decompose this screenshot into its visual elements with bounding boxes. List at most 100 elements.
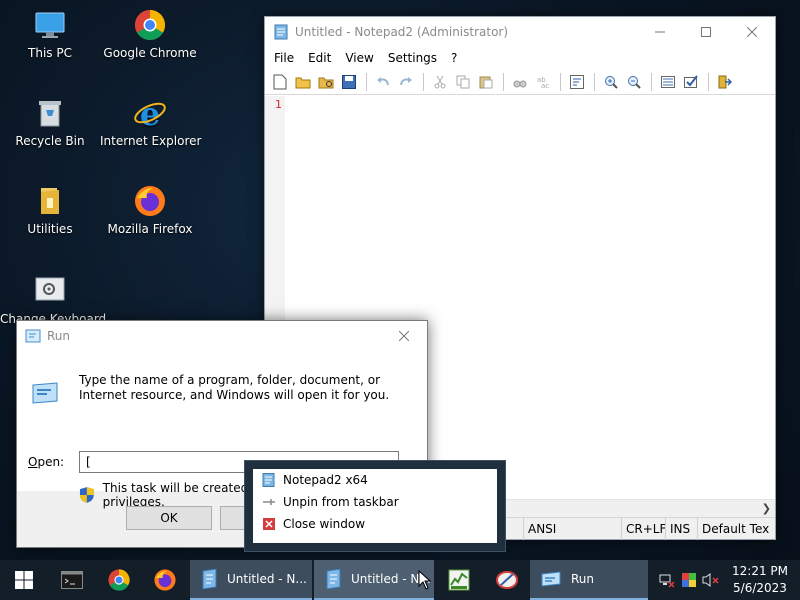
taskbar-window-notepad-1[interactable]: Untitled - N... — [190, 560, 312, 600]
customize-button[interactable] — [680, 71, 702, 93]
toolbar-separator — [423, 72, 424, 91]
copy-button[interactable] — [452, 71, 474, 93]
clock-date: 5/6/2023 — [733, 581, 787, 595]
redo-button[interactable] — [395, 71, 417, 93]
copy-icon — [456, 75, 470, 88]
new-file-button[interactable] — [269, 71, 291, 93]
desktop-icon-recycle-bin[interactable]: Recycle Bin — [0, 96, 100, 148]
paste-icon — [479, 76, 493, 88]
save-button[interactable] — [338, 71, 360, 93]
taskbar-snipping-tool[interactable] — [484, 560, 530, 600]
open-input[interactable]: [ — [86, 455, 91, 469]
toolbar-separator — [708, 72, 709, 91]
open-label-text: pen: — [37, 455, 65, 469]
word-wrap-icon — [570, 74, 584, 89]
jump-list-item-close[interactable]: Close window — [253, 513, 497, 535]
word-wrap-button[interactable] — [566, 71, 588, 93]
new-file-icon — [273, 74, 287, 89]
undo-button[interactable] — [372, 71, 394, 93]
taskbar-task-manager[interactable] — [436, 560, 482, 600]
menu-help[interactable]: ? — [444, 51, 464, 65]
run-icon — [541, 571, 561, 587]
run-close-button[interactable] — [381, 321, 427, 351]
scheme-button[interactable] — [657, 71, 679, 93]
status-encoding[interactable]: ANSI — [523, 518, 623, 540]
desktop-icon-utilities[interactable]: Utilities — [0, 184, 100, 236]
exit-button[interactable] — [714, 71, 736, 93]
desktop-icon-internet-explorer[interactable]: e Internet Explorer — [100, 96, 202, 148]
ok-button[interactable]: OK — [126, 506, 212, 530]
open-file-button[interactable] — [292, 71, 314, 93]
status-line-ending[interactable]: CR+LF — [621, 518, 665, 540]
start-button[interactable] — [0, 560, 48, 600]
taskbar-chrome[interactable] — [96, 560, 142, 600]
chrome-icon — [134, 9, 166, 41]
cut-button[interactable] — [429, 71, 451, 93]
jump-list-label: Unpin from taskbar — [283, 495, 399, 509]
taskbar-clock[interactable]: 12:21 PM 5/6/2023 — [730, 563, 790, 597]
browse-button[interactable] — [315, 71, 337, 93]
line-number: 1 — [275, 98, 282, 111]
redo-icon — [400, 76, 412, 85]
desktop-icon-change-keyboard[interactable]: Change Keyboard — [0, 274, 106, 326]
zoom-in-button[interactable] — [600, 71, 622, 93]
taskbar-firefox[interactable] — [142, 560, 188, 600]
taskbar: Untitled - N... Untitled - N... Run 12:2… — [0, 560, 800, 600]
folder-icon — [41, 188, 59, 214]
jump-list-item-notepad[interactable]: Notepad2 x64 — [253, 469, 497, 491]
browse-folder-icon — [318, 77, 334, 88]
notepad-titlebar[interactable]: Untitled - Notepad2 (Administrator) — [265, 17, 775, 47]
taskbar-window-notepad-2[interactable]: Untitled - N... — [314, 560, 434, 600]
desktop-icon-label: Mozilla Firefox — [107, 222, 193, 236]
display-color-icon[interactable] — [678, 572, 700, 588]
menu-edit[interactable]: Edit — [301, 51, 338, 65]
svg-text:e: e — [140, 96, 160, 130]
checklist-icon — [684, 74, 698, 88]
zoom-out-button[interactable] — [623, 71, 645, 93]
ie-icon: e — [134, 96, 166, 130]
menu-settings[interactable]: Settings — [381, 51, 444, 65]
taskbar-window-run[interactable]: Run — [530, 560, 648, 600]
minimize-button[interactable] — [637, 17, 683, 47]
desktop-icon-label: Internet Explorer — [100, 134, 202, 148]
close-button[interactable] — [729, 17, 775, 47]
run-message: Type the name of a program, folder, docu… — [79, 373, 390, 402]
jump-list-label: Close window — [283, 517, 366, 531]
open-label: Open: — [28, 455, 64, 469]
notepad-toolbar: ab ac — [265, 69, 775, 95]
close-icon — [747, 27, 757, 37]
menu-view[interactable]: View — [338, 51, 380, 65]
jump-list-item-unpin[interactable]: Unpin from taskbar — [253, 491, 497, 513]
save-icon — [342, 74, 356, 89]
run-titlebar[interactable]: Run — [17, 321, 427, 351]
unpin-icon — [262, 495, 276, 509]
mouse-cursor-icon — [418, 570, 432, 590]
status-scheme[interactable]: Default Tex — [697, 518, 775, 540]
taskbar-window-label: Run — [571, 572, 595, 586]
replace-button[interactable]: ab ac — [532, 71, 554, 93]
scheme-icon — [661, 75, 675, 88]
desktop-icon-mozilla-firefox[interactable]: Mozilla Firefox — [100, 184, 200, 236]
toolbar-separator — [366, 72, 367, 91]
system-tray — [656, 560, 722, 600]
paste-button[interactable] — [475, 71, 497, 93]
close-icon — [399, 331, 409, 341]
find-button[interactable] — [509, 71, 531, 93]
menu-file[interactable]: File — [267, 51, 301, 65]
desktop-icon-google-chrome[interactable]: Google Chrome — [100, 8, 200, 60]
desktop-icon-this-pc[interactable]: This PC — [0, 8, 100, 60]
scroll-right-icon[interactable]: ❯ — [762, 502, 771, 515]
minimize-icon — [655, 31, 665, 33]
open-folder-icon — [295, 77, 311, 88]
keyboard-settings-icon — [35, 277, 65, 301]
maximize-button[interactable] — [683, 17, 729, 47]
status-insert-mode[interactable]: INS — [665, 518, 697, 540]
toolbar-separator — [651, 72, 652, 91]
volume-muted-icon[interactable] — [700, 572, 722, 588]
snipping-tool-icon — [496, 571, 518, 589]
taskbar-terminal[interactable] — [48, 560, 96, 600]
toolbar-separator — [503, 72, 504, 91]
jump-list-panel: Notepad2 x64 Unpin from taskbar Close wi… — [253, 469, 497, 543]
network-icon[interactable] — [656, 572, 678, 588]
close-icon — [262, 517, 276, 531]
